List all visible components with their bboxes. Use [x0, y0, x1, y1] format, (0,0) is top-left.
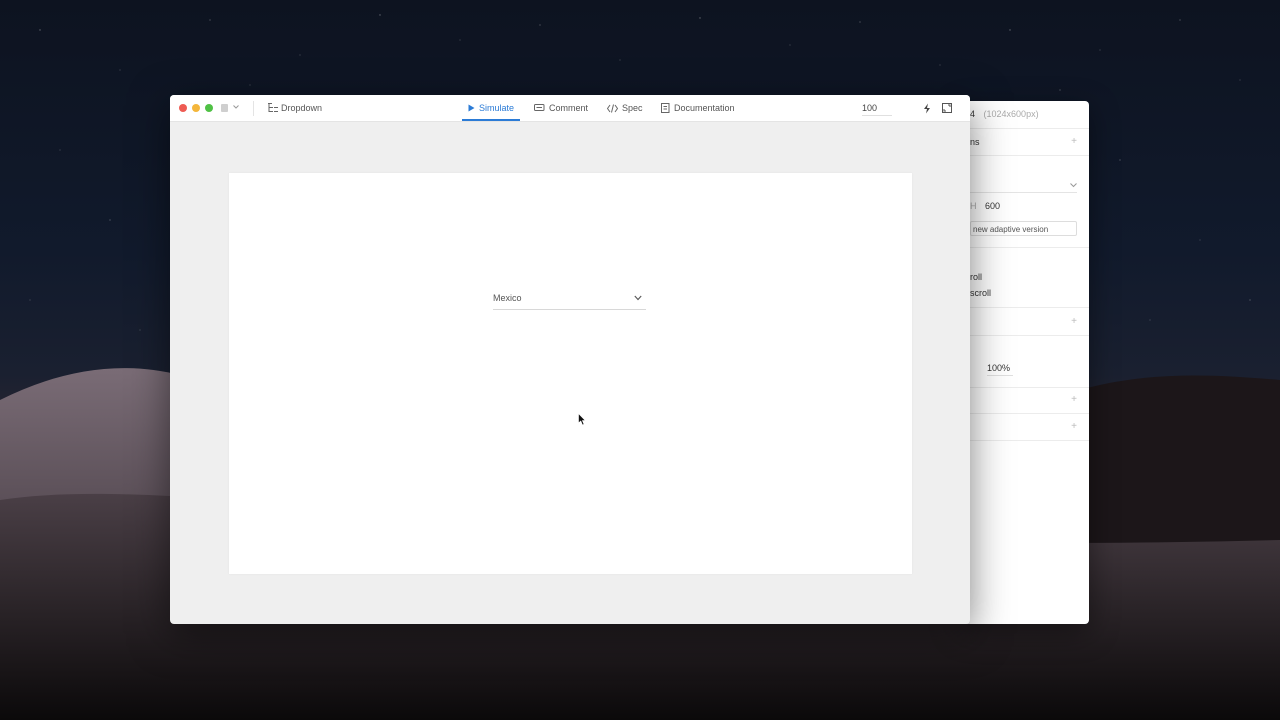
add-icon[interactable]: +: [1071, 421, 1077, 432]
height-value[interactable]: 600: [985, 201, 1000, 211]
add-icon[interactable]: +: [1071, 394, 1077, 405]
scroll-option[interactable]: scroll: [970, 288, 1079, 298]
code-icon: [607, 103, 618, 113]
tab-label: Spec: [622, 103, 643, 113]
document-icon: [661, 103, 670, 113]
add-adaptive-version-button[interactable]: new adaptive version: [970, 221, 1077, 236]
device-select-underline: [970, 192, 1077, 193]
chevron-down-icon[interactable]: [1070, 183, 1077, 188]
lightning-icon[interactable]: [923, 103, 931, 114]
artboard-canvas: Mexico: [229, 173, 912, 574]
maximize-window-button[interactable]: [205, 104, 213, 112]
toolbar-divider: [253, 101, 254, 116]
tab-label: Simulate: [479, 103, 515, 113]
tab-documentation[interactable]: Documentation: [661, 95, 735, 121]
panel-toggle-icon[interactable]: [221, 104, 228, 112]
minimize-window-button[interactable]: [192, 104, 200, 112]
hierarchy-icon[interactable]: [267, 102, 279, 114]
divider: [970, 307, 1089, 308]
document-title[interactable]: Dropdown: [281, 103, 322, 113]
chevron-down-icon: [634, 295, 642, 301]
divider: [970, 387, 1089, 388]
zoom-input[interactable]: 100: [862, 103, 892, 116]
add-icon[interactable]: +: [1071, 316, 1077, 327]
tab-label: Comment: [549, 103, 589, 113]
comment-icon: [534, 103, 545, 111]
divider: [970, 247, 1089, 248]
preview-window: Dropdown Simulate Comment Spec Documenta…: [170, 95, 970, 624]
divider: [970, 155, 1089, 156]
tab-simulate[interactable]: Simulate: [461, 95, 521, 121]
dropdown-selected-value: Mexico: [493, 293, 522, 303]
play-icon: [468, 104, 475, 112]
fullscreen-icon[interactable]: [942, 103, 952, 113]
tab-label: Documentation: [674, 103, 735, 113]
scroll-option[interactable]: roll: [970, 272, 1079, 282]
toolbar: Dropdown Simulate Comment Spec Documenta…: [170, 95, 970, 122]
tab-spec[interactable]: Spec: [607, 95, 643, 121]
country-dropdown[interactable]: Mexico: [493, 290, 646, 310]
divider: [970, 413, 1089, 414]
inspector-window: 4 (1024x600px) ns + H 600 new adaptive v…: [960, 101, 1089, 624]
divider: [970, 440, 1089, 441]
height-label: H: [970, 201, 977, 211]
tab-comment[interactable]: Comment: [534, 95, 588, 121]
section-header: ns: [970, 137, 980, 147]
add-icon[interactable]: +: [1071, 136, 1077, 147]
divider: [970, 335, 1089, 336]
chevron-down-icon[interactable]: [233, 105, 239, 109]
artboard-name-fragment: 4: [970, 109, 976, 119]
close-window-button[interactable]: [179, 104, 187, 112]
opacity-value[interactable]: 100%: [987, 363, 1013, 376]
divider: [970, 128, 1089, 129]
artboard-size-label: (1024x600px): [983, 109, 1039, 119]
mouse-cursor-icon: [578, 413, 586, 426]
